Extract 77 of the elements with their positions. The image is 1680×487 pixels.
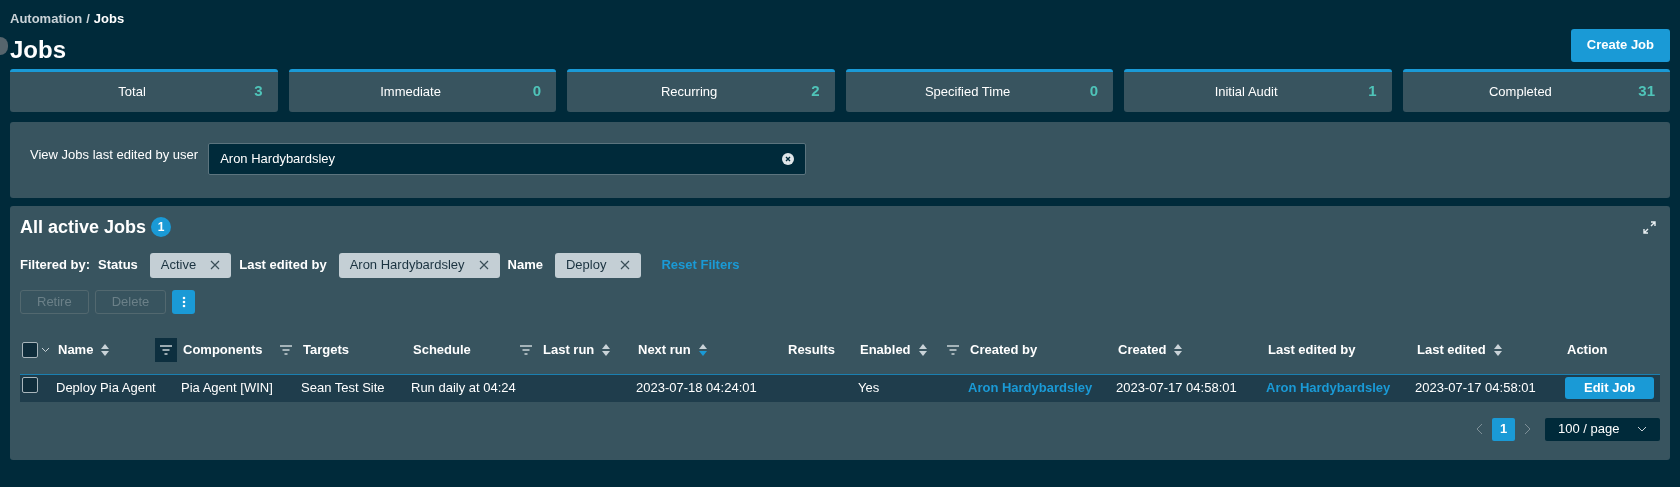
sort-icon[interactable] xyxy=(101,344,110,356)
page-size-select[interactable]: 100 / page xyxy=(1545,417,1660,441)
close-icon[interactable] xyxy=(478,260,489,270)
column-header: Last edited by xyxy=(1268,341,1356,360)
table-cell-text: 2023-07-17 04:58:01 xyxy=(1415,379,1537,398)
close-icon[interactable] xyxy=(210,260,221,270)
column-header: Components xyxy=(183,341,263,360)
table-row[interactable]: Deploy Pia Agent Pia Agent [WIN] Sean Test Site Run daily at 04:24 2023-07-18 04:24:01 Yes Aron Hardybardsley 2023-07-17 04:58:01 Aron Hardybardsley 2023-07-17 04:58:01 Edit Job xyxy=(20,374,1660,402)
sort-icon[interactable] xyxy=(1174,344,1183,356)
sort-icon[interactable] xyxy=(918,344,927,356)
checkbox[interactable] xyxy=(22,377,38,394)
more-actions-button[interactable] xyxy=(172,289,196,314)
user-link[interactable]: Aron Hardybardsley xyxy=(1266,378,1415,398)
stat-card[interactable]: Immediate 0 xyxy=(288,68,556,112)
column-header[interactable]: Enabled xyxy=(860,340,911,360)
caret-icon[interactable] xyxy=(1637,426,1647,432)
clear-icon[interactable] xyxy=(782,152,795,165)
field-label: View Jobs last edited by user xyxy=(30,145,199,164)
column-header[interactable]: Next run xyxy=(638,340,691,360)
sort-icon[interactable] xyxy=(698,344,707,356)
filter-field-label: Status xyxy=(98,256,138,275)
more-icon[interactable] xyxy=(181,295,186,308)
stat-value: 1 xyxy=(1368,81,1377,102)
expand-icon[interactable] xyxy=(1643,220,1656,234)
filter-field-label: Name xyxy=(507,256,543,275)
stat-label: Initial Audit xyxy=(1213,82,1279,101)
user-select-field[interactable]: Aron Hardybardsley xyxy=(208,142,807,175)
filter-chip[interactable]: Active xyxy=(149,252,232,278)
column-header: Action xyxy=(1567,341,1608,360)
column-header: Targets xyxy=(303,341,349,360)
filter-field-label: Last edited by xyxy=(239,256,327,275)
stat-card[interactable]: Recurring 2 xyxy=(567,68,835,112)
stat-value: 31 xyxy=(1638,81,1655,102)
table-cell-text: Deploy Pia Agent xyxy=(56,379,157,398)
sort-icon[interactable] xyxy=(602,344,611,356)
stat-card[interactable]: Completed 31 xyxy=(1402,68,1670,112)
breadcrumb-current: Jobs xyxy=(93,11,125,26)
panel-title: All active Jobs xyxy=(20,215,147,239)
filters-label: Filtered by: xyxy=(20,256,91,275)
filter-chip[interactable]: Deploy xyxy=(554,252,642,278)
column-header[interactable]: Last run xyxy=(543,340,595,360)
stat-value: 0 xyxy=(1089,81,1098,102)
close-icon[interactable] xyxy=(620,260,631,270)
stat-value: 3 xyxy=(254,81,263,102)
checkbox[interactable] xyxy=(22,342,38,358)
table-cell-text: Yes xyxy=(858,379,881,398)
count-badge: 1 xyxy=(151,217,172,237)
stat-label: Total xyxy=(117,82,147,101)
filter-chip[interactable]: Aron Hardybardsley xyxy=(338,252,500,278)
stat-label: Specified Time xyxy=(923,82,1012,101)
stat-card[interactable]: Total 3 xyxy=(10,68,278,112)
stat-card[interactable]: Initial Audit 1 xyxy=(1124,68,1392,112)
breadcrumb-separator: / xyxy=(86,11,90,26)
table-cell-text: Sean Test Site xyxy=(301,379,386,398)
column-header[interactable]: Name xyxy=(58,340,94,360)
collapse-handle[interactable] xyxy=(0,37,8,55)
stat-label: Immediate xyxy=(379,82,442,101)
column-header: Results xyxy=(788,341,835,360)
sort-icon[interactable] xyxy=(1493,344,1502,356)
column-header: Schedule xyxy=(413,341,471,360)
stat-value: 2 xyxy=(811,81,820,102)
table-cell-text: 2023-07-17 04:58:01 xyxy=(1116,379,1238,398)
page-title: Jobs xyxy=(10,34,66,65)
stat-label: Recurring xyxy=(659,82,719,101)
breadcrumb-link[interactable]: Automation xyxy=(10,11,83,26)
filter-icon[interactable] xyxy=(155,338,177,362)
stat-value: 0 xyxy=(532,81,541,102)
column-header[interactable]: Created xyxy=(1118,340,1167,360)
stat-card[interactable]: Specified Time 0 xyxy=(845,68,1113,112)
user-link[interactable]: Aron Hardybardsley xyxy=(968,378,1116,398)
table-cell-text: 2023-07-18 04:24:01 xyxy=(636,379,758,398)
table-cell-text: Pia Agent [WIN] xyxy=(181,379,274,398)
caret-icon[interactable] xyxy=(41,347,50,353)
stat-label: Completed xyxy=(1487,82,1553,101)
column-header[interactable]: Last edited xyxy=(1417,340,1486,360)
table-cell-text: Run daily at 04:24 xyxy=(411,379,517,398)
column-header: Created by xyxy=(970,341,1038,360)
